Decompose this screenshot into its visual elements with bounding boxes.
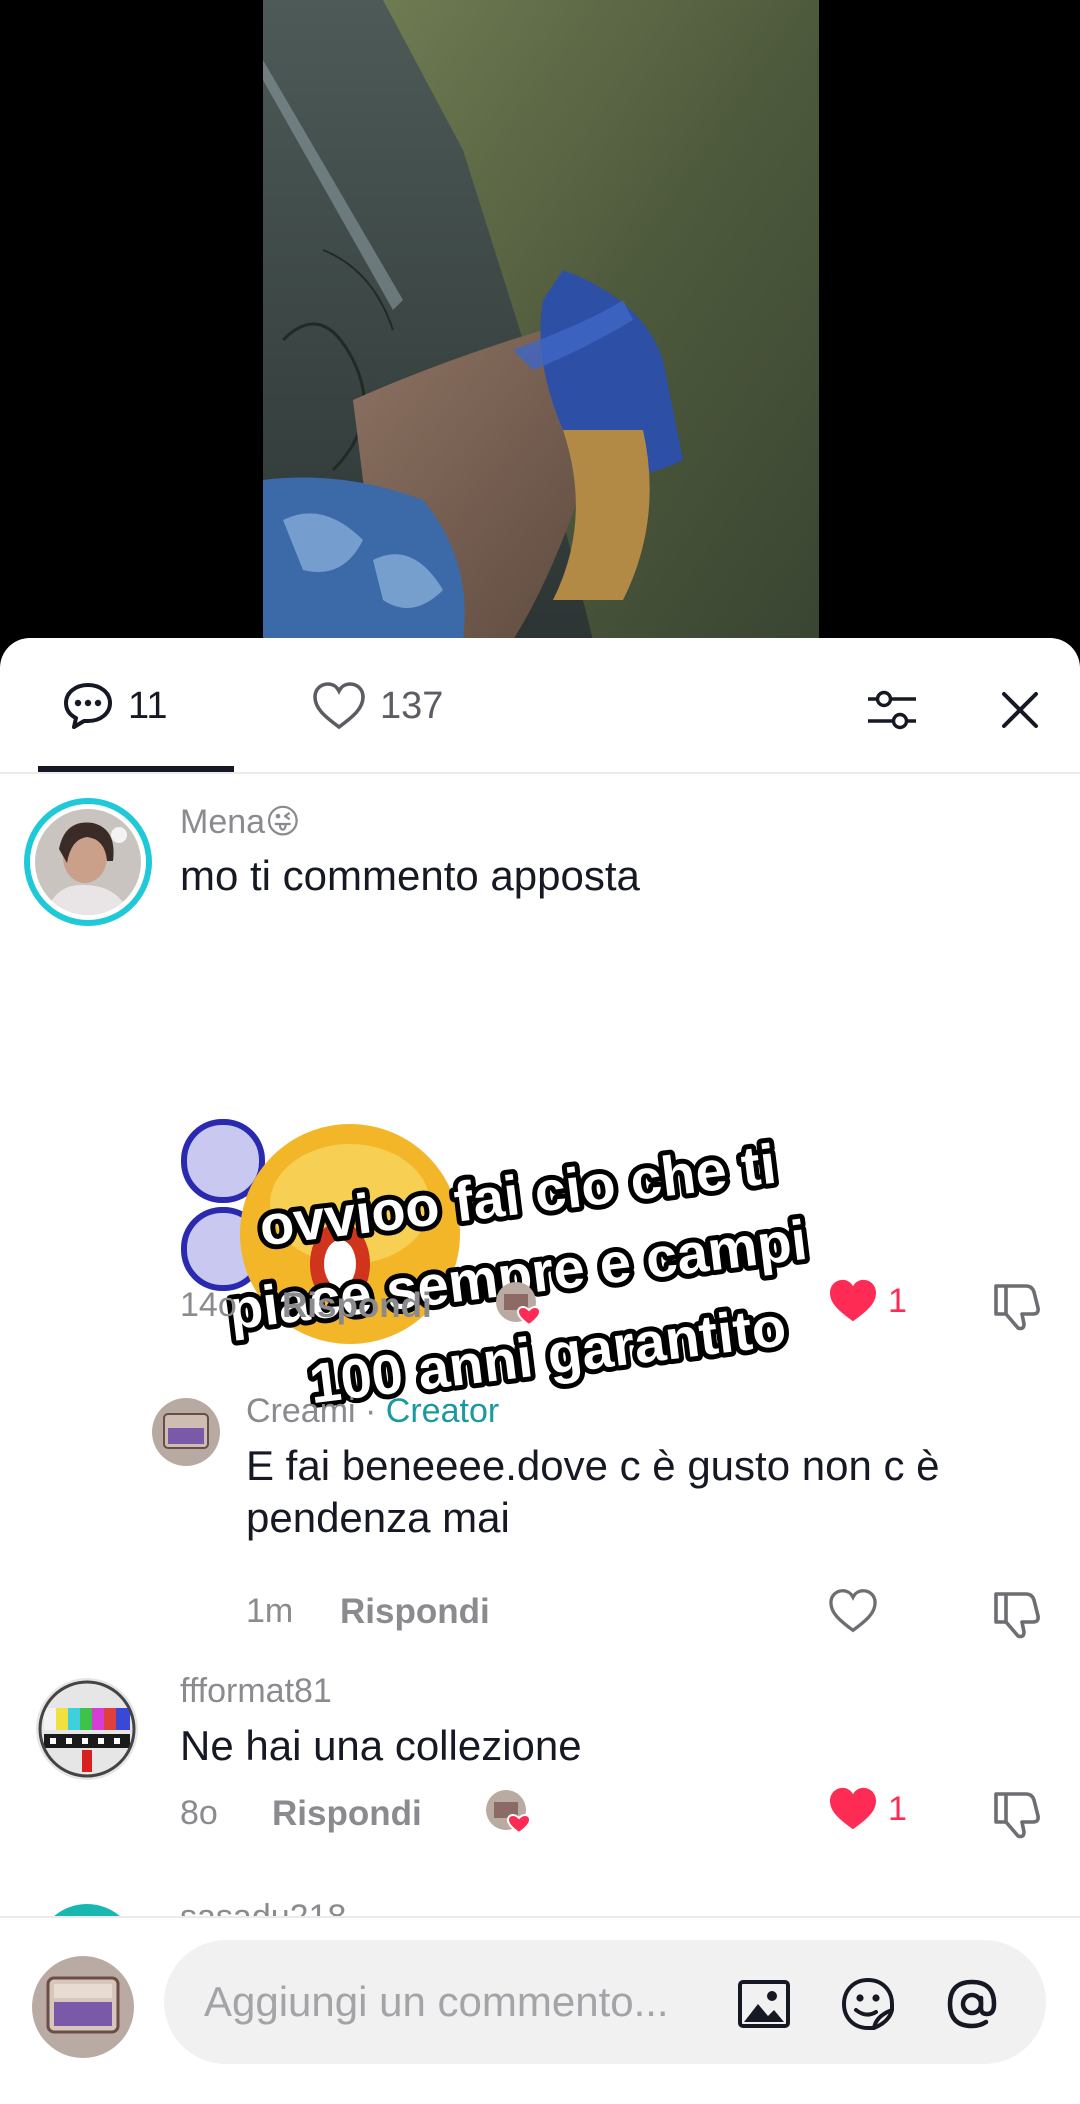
comment-sticker[interactable]: ovvioo fai cio che ti piace sempre e cam… bbox=[180, 1114, 880, 1420]
avatar bbox=[35, 809, 141, 915]
comment-input-bar: Aggiungi un commento... bbox=[0, 1916, 1080, 2104]
tab-likes[interactable]: 137 bbox=[312, 676, 443, 736]
dislike-icon[interactable] bbox=[990, 1786, 1044, 1840]
comments-count: 11 bbox=[128, 684, 168, 727]
avatar-image bbox=[32, 1956, 134, 2058]
divider bbox=[0, 772, 1080, 774]
like-button[interactable]: 1 bbox=[828, 1278, 907, 1324]
avatar-image bbox=[36, 1678, 138, 1780]
username-text: Creami bbox=[246, 1392, 356, 1430]
likes-count: 137 bbox=[380, 684, 444, 727]
like-count: 1 bbox=[888, 1281, 907, 1320]
video-still bbox=[263, 0, 819, 640]
avatar-story-ring[interactable] bbox=[24, 798, 152, 926]
my-avatar[interactable] bbox=[32, 1956, 134, 2058]
dislike-icon[interactable] bbox=[990, 1586, 1044, 1640]
comment-time: 1m bbox=[246, 1592, 294, 1630]
like-button[interactable]: 1 bbox=[828, 1786, 907, 1832]
comment-item: ffformat81 Ne hai una collezione 8o Risp… bbox=[0, 1668, 1080, 1868]
comment-text: E fai beneeee.dove c è gusto non c è pen… bbox=[246, 1440, 940, 1544]
username-emoji: 😜 bbox=[265, 803, 301, 841]
comment-icon bbox=[64, 683, 112, 729]
comment-username[interactable]: Creami · Creator bbox=[246, 1392, 499, 1431]
video-player[interactable] bbox=[0, 0, 1080, 660]
comment-reply-item: Creami · Creator E fai beneeee.dove c è … bbox=[0, 1388, 1080, 1668]
close-icon bbox=[1002, 692, 1038, 728]
creator-badge: Creator bbox=[385, 1392, 500, 1430]
heart-icon[interactable] bbox=[828, 1588, 878, 1634]
reply-button[interactable]: Rispondi bbox=[282, 1286, 432, 1326]
comment-time: 14o bbox=[180, 1286, 237, 1324]
comments-sheet: 11 137 Mena😜 mo ti commento apposta ovvi… bbox=[0, 638, 1080, 2104]
comment-username[interactable]: ffformat81 bbox=[180, 1672, 332, 1711]
tabs-bar: 11 137 bbox=[0, 638, 1080, 774]
sticker-text: ovvioo fai cio che ti piace sempre e cam… bbox=[180, 1114, 880, 1420]
reply-button[interactable]: Rispondi bbox=[272, 1794, 422, 1834]
username-text: Mena bbox=[180, 803, 266, 841]
comment-text-line: E fai beneeee.dove c è gusto non c è bbox=[246, 1442, 940, 1489]
like-count: 1 bbox=[888, 1789, 907, 1828]
avatar[interactable] bbox=[36, 1678, 138, 1780]
avatar-image bbox=[152, 1398, 220, 1466]
comment-text-line: pendenza mai bbox=[246, 1494, 510, 1541]
heart-icon bbox=[313, 682, 365, 730]
comment-username[interactable]: Mena😜 bbox=[180, 802, 301, 842]
reply-button[interactable]: Rispondi bbox=[340, 1592, 490, 1632]
creator-liked-avatar bbox=[486, 1790, 530, 1834]
separator: · bbox=[355, 1392, 386, 1430]
comment-input-placeholder: Aggiungi un commento... bbox=[204, 1978, 669, 2025]
heart-filled-icon bbox=[830, 1787, 876, 1830]
comment-text: mo ti commento apposta bbox=[180, 852, 640, 899]
mention-icon[interactable] bbox=[942, 1974, 1002, 2034]
video-frame[interactable] bbox=[263, 0, 819, 640]
filter-button[interactable] bbox=[860, 678, 924, 742]
comment-item: Mena😜 mo ti commento apposta ovvioo fai … bbox=[0, 798, 1080, 1420]
close-button[interactable] bbox=[988, 678, 1052, 742]
avatar[interactable] bbox=[152, 1398, 220, 1466]
heart-filled-icon bbox=[830, 1279, 876, 1322]
sticker-caption: ovvioo fai cio che ti piace sempre e cam… bbox=[220, 1127, 815, 1420]
tab-comments[interactable]: 11 bbox=[62, 676, 167, 736]
dislike-icon[interactable] bbox=[990, 1278, 1044, 1332]
comment-text: Ne hai una collezione bbox=[180, 1722, 582, 1769]
comment-time: 8o bbox=[180, 1794, 218, 1832]
comment-input[interactable]: Aggiungi un commento... bbox=[164, 1940, 1046, 2064]
emoji-icon[interactable] bbox=[838, 1974, 898, 2034]
image-icon[interactable] bbox=[734, 1974, 794, 2034]
filter-icon bbox=[868, 690, 916, 730]
creator-liked-avatar bbox=[496, 1282, 540, 1326]
